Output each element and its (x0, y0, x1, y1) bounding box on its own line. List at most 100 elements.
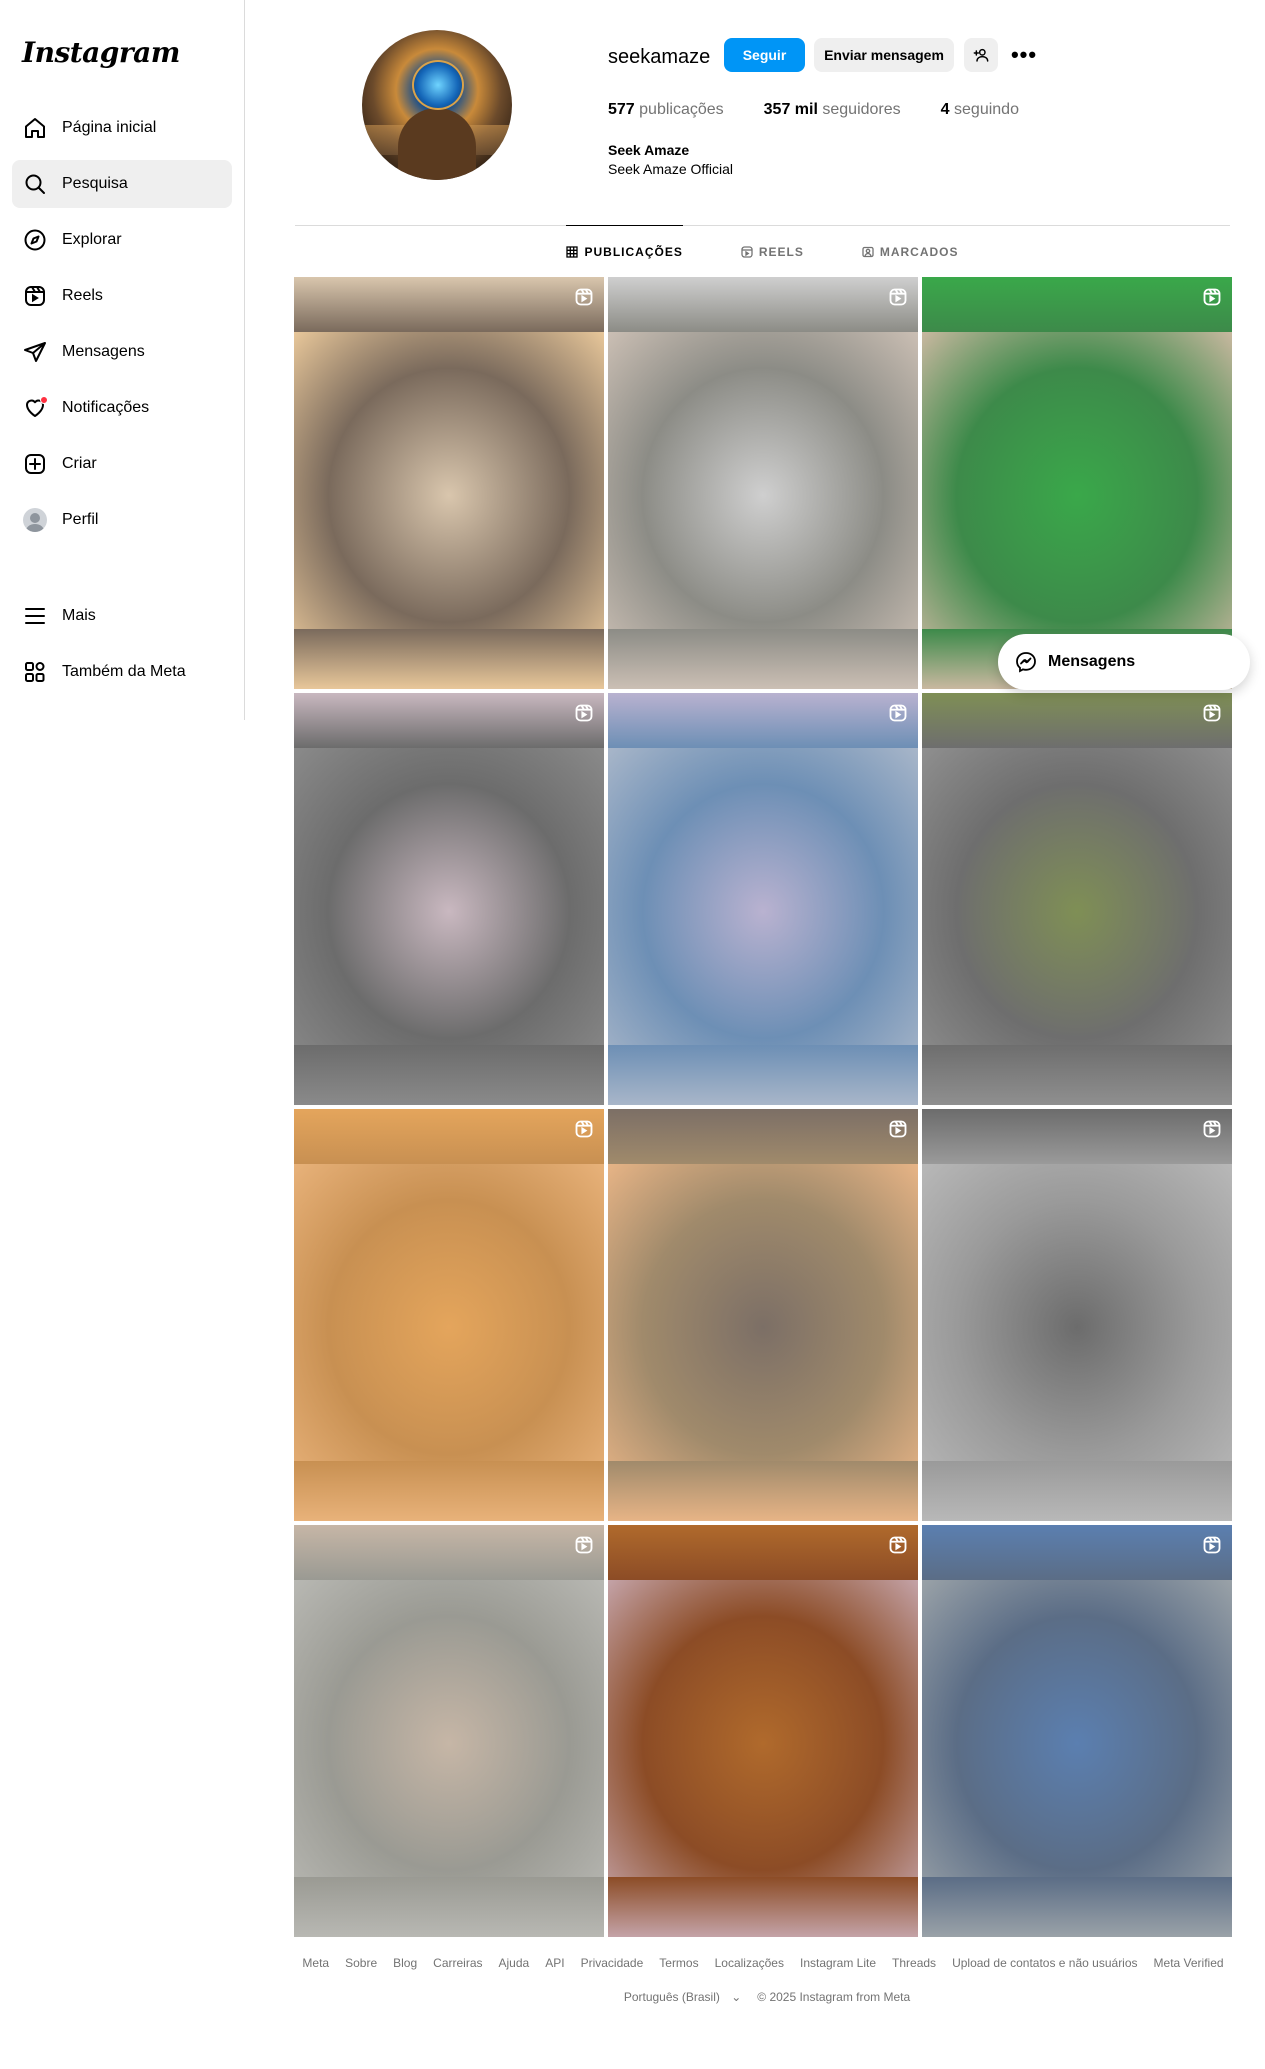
sidebar-item-reels[interactable]: Reels (12, 272, 232, 320)
footer-link[interactable]: Carreiras (433, 1956, 482, 1970)
footer-link[interactable]: Meta (302, 1956, 329, 1970)
post-thumbnail (922, 1164, 1232, 1461)
reels-icon (741, 245, 753, 258)
profile-avatar[interactable] (362, 30, 512, 180)
tab-tagged[interactable]: MARCADOS (862, 225, 959, 277)
post-thumbnail (608, 332, 918, 629)
posts-count: 577 publicações (608, 101, 724, 118)
reel-icon (1202, 1535, 1222, 1555)
sidebar-item-create[interactable]: Criar (12, 440, 232, 488)
posts-grid (294, 277, 1232, 1937)
meta-apps-icon (22, 659, 48, 685)
sidebar-item-label: Também da Meta (62, 663, 186, 680)
reel-icon (1202, 287, 1222, 307)
followers-count[interactable]: 357 mil seguidores (764, 101, 901, 119)
footer-link[interactable]: Localizações (715, 1956, 784, 1970)
profile-username: seekamaze (608, 46, 711, 68)
footer-link[interactable]: Upload de contatos e não usuários (952, 1956, 1137, 1970)
profile-stats: 577 publicações 357 mil seguidores 4 seg… (608, 101, 1059, 119)
footer-link[interactable]: Sobre (345, 1956, 377, 1970)
footer-link[interactable]: API (545, 1956, 564, 1970)
footer-link[interactable]: Privacidade (581, 1956, 644, 1970)
sidebar-nav: Página inicial Pesquisa Explorar Reels M… (12, 104, 232, 704)
reel-icon (574, 703, 594, 723)
home-icon (22, 115, 48, 141)
footer-link[interactable]: Instagram Lite (800, 1956, 876, 1970)
reel-icon (574, 1535, 594, 1555)
sidebar-item-label: Reels (62, 287, 103, 304)
post-tile-building-wooden-boat[interactable] (608, 1109, 918, 1521)
post-tile-gluing-wood-rings[interactable] (294, 1109, 604, 1521)
compass-icon (22, 227, 48, 253)
send-message-button[interactable]: Enviar mensagem (814, 38, 954, 72)
footer-link[interactable]: Threads (892, 1956, 936, 1970)
sidebar-item-profile[interactable]: Perfil (12, 496, 232, 544)
sidebar-item-search[interactable]: Pesquisa (12, 160, 232, 208)
footer-link[interactable]: Ajuda (499, 1956, 530, 1970)
post-tile-building-brick-house[interactable] (922, 277, 1232, 689)
sidebar-item-also-from-meta[interactable]: Também da Meta (12, 648, 232, 696)
reels-icon (22, 283, 48, 309)
sidebar-item-explore[interactable]: Explorar (12, 216, 232, 264)
copyright: © 2025 Instagram from Meta (757, 1990, 911, 2004)
sidebar-item-label: Notificações (62, 399, 150, 416)
reel-icon (888, 1119, 908, 1139)
reel-icon (888, 1535, 908, 1555)
reel-icon (574, 1119, 594, 1139)
post-tile-water-bottle-pipe[interactable] (608, 693, 918, 1105)
post-tile-mixing-cement-bucket[interactable] (294, 693, 604, 1105)
suggest-user-button[interactable] (964, 38, 998, 72)
notification-dot (40, 396, 48, 404)
follow-button[interactable]: Seguir (724, 38, 805, 72)
sidebar-item-home[interactable]: Página inicial (12, 104, 232, 152)
post-thumbnail (294, 1580, 604, 1877)
post-thumbnail (608, 748, 918, 1045)
post-tile-saw-cutting-wood-ring[interactable] (294, 277, 604, 689)
messages-floating-button[interactable]: Mensagens (998, 634, 1250, 690)
more-options-icon[interactable]: ••• (1008, 42, 1040, 68)
post-thumbnail (922, 332, 1232, 629)
post-tile-tree-stump-table[interactable] (922, 693, 1232, 1105)
footer-link[interactable]: Blog (393, 1956, 417, 1970)
language-selector[interactable]: Português (Brasil) ⌄ (616, 1990, 741, 2004)
post-thumbnail (922, 748, 1232, 1045)
post-tile-concrete-with-wood[interactable] (294, 1525, 604, 1937)
post-thumbnail (608, 1580, 918, 1877)
heart-icon (22, 395, 48, 421)
sidebar-item-notifications[interactable]: Notificações (12, 384, 232, 432)
sidebar-item-messages[interactable]: Mensagens (12, 328, 232, 376)
sidebar-item-label: Explorar (62, 231, 122, 248)
post-tile-lathe-turning-wood[interactable] (922, 1525, 1232, 1937)
post-thumbnail (294, 332, 604, 629)
following-count[interactable]: 4 seguindo (941, 101, 1019, 119)
tab-posts[interactable]: PUBLICAÇÕES (566, 225, 683, 277)
reel-icon (1202, 703, 1222, 723)
add-person-icon (973, 48, 989, 62)
plus-square-icon (22, 451, 48, 477)
post-tile-measuring-cup-seeds[interactable] (608, 1525, 918, 1937)
footer-link[interactable]: Termos (659, 1956, 698, 1970)
footer-link[interactable]: Meta Verified (1154, 1956, 1224, 1970)
menu-icon (22, 603, 48, 629)
post-thumbnail (294, 748, 604, 1045)
post-tile-cutting-plastic-bottle[interactable] (922, 1109, 1232, 1521)
sidebar-item-label: Criar (62, 455, 97, 472)
reel-icon (574, 287, 594, 307)
sidebar-item-label: Mensagens (62, 343, 145, 360)
tab-reels[interactable]: REELS (741, 225, 804, 277)
send-icon (22, 339, 48, 365)
post-tile-cutting-log-on-concrete[interactable] (608, 277, 918, 689)
post-thumbnail (294, 1164, 604, 1461)
post-thumbnail (608, 1164, 918, 1461)
profile-bio: Seek Amaze Official (608, 161, 734, 177)
tagged-icon (862, 246, 874, 257)
reel-icon (888, 287, 908, 307)
sidebar-item-label: Perfil (62, 511, 99, 528)
footer-meta: Português (Brasil) ⌄ © 2025 Instagram fr… (294, 1990, 1232, 2004)
sidebar-item-more[interactable]: Mais (12, 592, 232, 640)
profile-full-name: Seek Amaze (608, 142, 690, 158)
avatar-icon (22, 507, 48, 533)
instagram-logo[interactable]: Instagram (22, 36, 180, 69)
reel-icon (888, 703, 908, 723)
reel-icon (1202, 1119, 1222, 1139)
